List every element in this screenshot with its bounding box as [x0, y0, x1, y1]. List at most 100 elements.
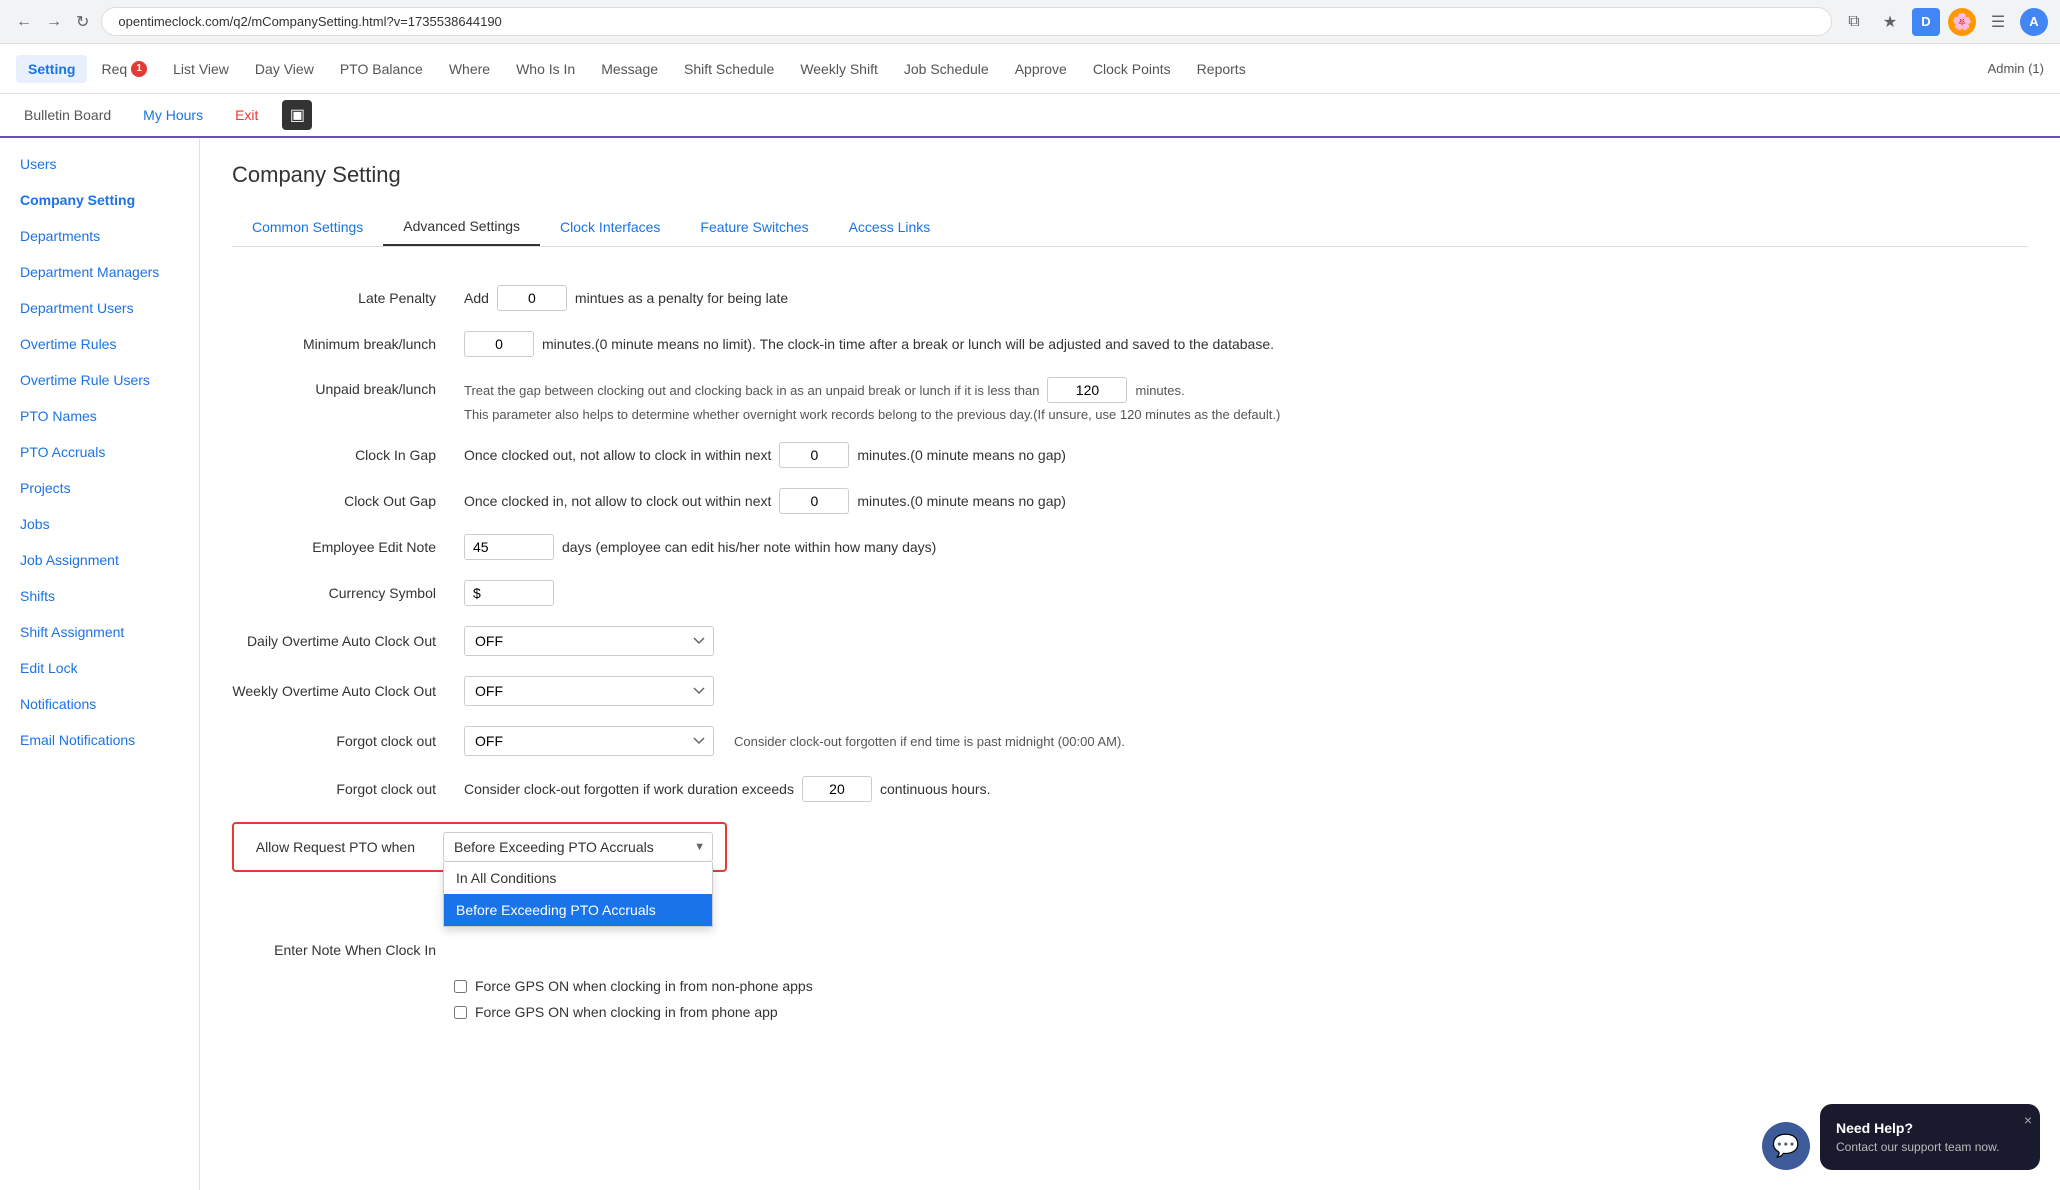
daily-overtime-row: Daily Overtime Auto Clock Out OFF ON [232, 626, 2028, 656]
exit-link[interactable]: Exit [227, 103, 266, 127]
top-nav-item-request[interactable]: Req1 [89, 55, 159, 83]
top-nav-item-message[interactable]: Message [589, 55, 670, 83]
allow-pto-options: In All Conditions Before Exceeding PTO A… [443, 862, 713, 927]
unpaid-break-desc3: This parameter also helps to determine w… [464, 407, 2028, 422]
top-nav-item-reports[interactable]: Reports [1185, 55, 1258, 83]
bulletin-board-link[interactable]: Bulletin Board [16, 103, 119, 127]
top-nav-item-day_view[interactable]: Day View [243, 55, 326, 83]
allow-pto-select-container[interactable]: Before Exceeding PTO Accruals ▼ [443, 832, 713, 862]
second-nav: Bulletin Board My Hours Exit ▣ [0, 94, 2060, 138]
tab-advanced-settings[interactable]: Advanced Settings [383, 208, 540, 246]
top-nav-item-weekly_shift[interactable]: Weekly Shift [788, 55, 890, 83]
my-hours-link[interactable]: My Hours [135, 103, 211, 127]
sidebar-item-overtime_rules[interactable]: Overtime Rules [0, 326, 199, 362]
help-subtitle: Contact our support team now. [1836, 1140, 2024, 1154]
currency-symbol-row: Currency Symbol [232, 580, 2028, 606]
sidebar-item-shift_assignment[interactable]: Shift Assignment [0, 614, 199, 650]
allow-pto-row: Allow Request PTO when Before Exceeding … [232, 822, 2028, 872]
clock-in-gap-input[interactable] [779, 442, 849, 468]
top-nav-item-setting[interactable]: Setting [16, 55, 87, 83]
top-nav-item-pto_balance[interactable]: PTO Balance [328, 55, 435, 83]
daily-overtime-label: Daily Overtime Auto Clock Out [232, 633, 452, 649]
sidebar-item-users[interactable]: Users [0, 146, 199, 182]
clock-out-gap-input[interactable] [779, 488, 849, 514]
sidebar-item-edit_lock[interactable]: Edit Lock [0, 650, 199, 686]
min-break-input[interactable] [464, 331, 534, 357]
clock-out-gap-label: Clock Out Gap [232, 493, 452, 509]
force-gps-non-phone-checkbox[interactable] [454, 980, 467, 993]
forgot-clock-out-row: Forgot clock out OFF ON Consider clock-o… [232, 726, 2028, 756]
browser-nav[interactable]: ← → ↻ [12, 8, 93, 36]
weekly-overtime-row: Weekly Overtime Auto Clock Out OFF ON [232, 676, 2028, 706]
unpaid-break-input[interactable] [1047, 377, 1127, 403]
top-nav-item-list_view[interactable]: List View [161, 55, 241, 83]
allow-pto-option-all-conditions[interactable]: In All Conditions [444, 862, 712, 894]
late-penalty-label: Late Penalty [232, 290, 452, 306]
forgot-clock-out-hours-label: Forgot clock out [232, 781, 452, 797]
top-nav: SettingReq1List ViewDay ViewPTO BalanceW… [0, 44, 2060, 94]
sidebar-item-shifts[interactable]: Shifts [0, 578, 199, 614]
help-close-button[interactable]: × [2024, 1112, 2032, 1128]
allow-pto-option-before-exceeding[interactable]: Before Exceeding PTO Accruals [444, 894, 712, 926]
chat-bubble-button[interactable]: 💬 [1762, 1122, 1810, 1170]
late-penalty-prefix: Add [464, 290, 489, 306]
top-nav-container: SettingReq1List ViewDay ViewPTO BalanceW… [16, 55, 1258, 83]
forgot-clock-out-hours-inputs: Consider clock-out forgotten if work dur… [464, 776, 990, 802]
tab-feature-switches[interactable]: Feature Switches [680, 208, 828, 246]
bookmark-icon[interactable]: ★ [1876, 8, 1904, 36]
top-nav-item-where[interactable]: Where [437, 55, 502, 83]
tabs: Common Settings Advanced Settings Clock … [232, 208, 2028, 247]
min-break-label: Minimum break/lunch [232, 336, 452, 352]
top-nav-item-job_schedule[interactable]: Job Schedule [892, 55, 1001, 83]
user-avatar[interactable]: A [2020, 8, 2048, 36]
tab-common-settings[interactable]: Common Settings [232, 208, 383, 246]
help-title: Need Help? [1836, 1120, 2024, 1136]
allow-pto-select-value[interactable]: Before Exceeding PTO Accruals [443, 832, 713, 862]
enter-note-label: Enter Note When Clock In [232, 942, 452, 958]
extensions-icon[interactable]: ☰ [1984, 8, 2012, 36]
back-button[interactable]: ← [12, 9, 36, 35]
weekly-overtime-select[interactable]: OFF ON [464, 676, 714, 706]
sidebar-item-departments[interactable]: Departments [0, 218, 199, 254]
forward-button[interactable]: → [42, 9, 66, 35]
url-bar[interactable]: opentimeclock.com/q2/mCompanySetting.htm… [101, 7, 1832, 36]
sidebar-item-company_setting[interactable]: Company Setting [0, 182, 199, 218]
unpaid-break-label: Unpaid break/lunch [232, 377, 452, 397]
currency-symbol-label: Currency Symbol [232, 585, 452, 601]
sidebar-item-department_managers[interactable]: Department Managers [0, 254, 199, 290]
employee-edit-note-input[interactable] [464, 534, 554, 560]
top-nav-item-clock_points[interactable]: Clock Points [1081, 55, 1183, 83]
clock-in-gap-label: Clock In Gap [232, 447, 452, 463]
top-nav-item-shift_schedule[interactable]: Shift Schedule [672, 55, 786, 83]
tab-access-links[interactable]: Access Links [829, 208, 951, 246]
screenshot-icon[interactable]: ⧉ [1840, 8, 1868, 36]
employee-edit-note-row: Employee Edit Note days (employee can ed… [232, 534, 2028, 560]
sidebar-item-job_assignment[interactable]: Job Assignment [0, 542, 199, 578]
reload-button[interactable]: ↻ [72, 8, 93, 36]
ext-d-icon[interactable]: D [1912, 8, 1940, 36]
top-nav-item-who_is_in[interactable]: Who Is In [504, 55, 587, 83]
top-nav-item-approve[interactable]: Approve [1003, 55, 1079, 83]
sidebar-item-email_notifications[interactable]: Email Notifications [0, 722, 199, 758]
sidebar-item-overtime_rule_users[interactable]: Overtime Rule Users [0, 362, 199, 398]
forgot-clock-out-select[interactable]: OFF ON [464, 726, 714, 756]
forgot-hours-input[interactable] [802, 776, 872, 802]
ext-flower-icon[interactable]: 🌸 [1948, 8, 1976, 36]
sidebar-item-projects[interactable]: Projects [0, 470, 199, 506]
allow-pto-highlighted: Allow Request PTO when Before Exceeding … [232, 822, 727, 872]
tab-clock-interfaces[interactable]: Clock Interfaces [540, 208, 680, 246]
late-penalty-input[interactable] [497, 285, 567, 311]
sidebar-item-notifications[interactable]: Notifications [0, 686, 199, 722]
sidebar-item-department_users[interactable]: Department Users [0, 290, 199, 326]
employee-edit-note-label: Employee Edit Note [232, 539, 452, 555]
sidebar-item-jobs[interactable]: Jobs [0, 506, 199, 542]
currency-symbol-input[interactable] [464, 580, 554, 606]
force-gps-non-phone-row: Force GPS ON when clocking in from non-p… [454, 978, 2028, 994]
force-gps-phone-checkbox[interactable] [454, 1006, 467, 1019]
daily-overtime-select[interactable]: OFF ON [464, 626, 714, 656]
forgot-hours-prefix: Consider clock-out forgotten if work dur… [464, 781, 794, 797]
sidebar-item-pto_accruals[interactable]: PTO Accruals [0, 434, 199, 470]
sidebar-item-pto_names[interactable]: PTO Names [0, 398, 199, 434]
forgot-hours-suffix: continuous hours. [880, 781, 991, 797]
kiosk-icon[interactable]: ▣ [282, 100, 312, 130]
